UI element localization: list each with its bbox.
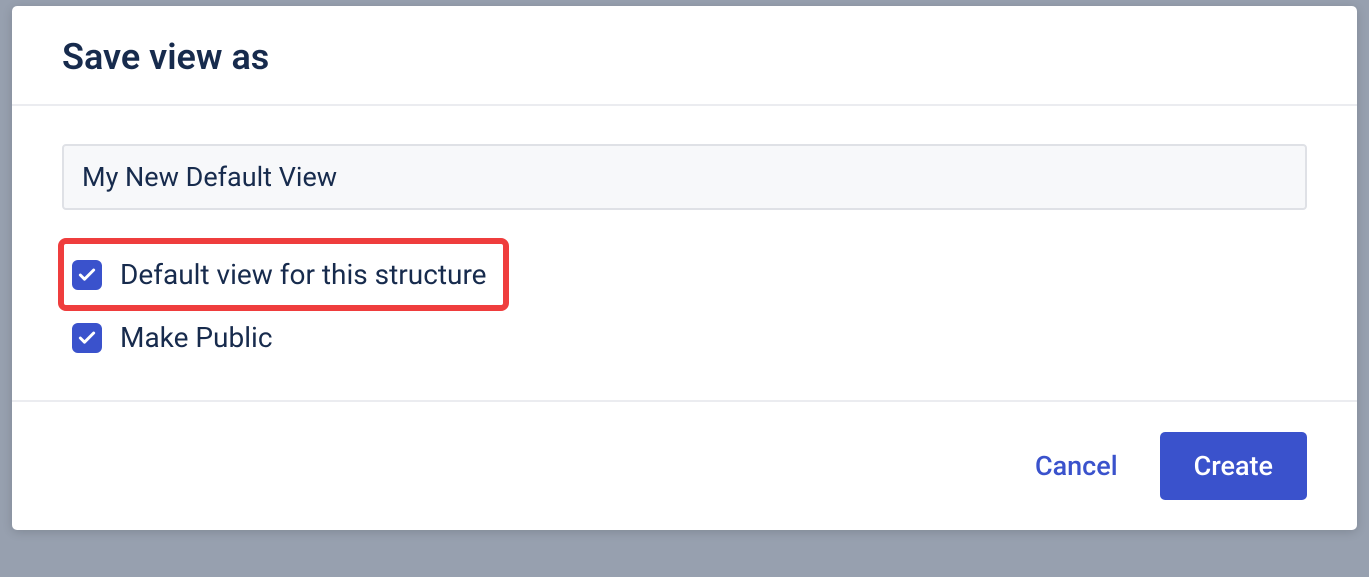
dialog-footer: Cancel Create xyxy=(12,402,1357,530)
dialog-body: Default view for this structure Make Pub… xyxy=(12,106,1357,402)
default-view-label: Default view for this structure xyxy=(120,258,487,291)
view-name-input[interactable] xyxy=(62,144,1307,210)
check-icon xyxy=(77,328,97,348)
make-public-label: Make Public xyxy=(120,321,272,354)
check-icon xyxy=(77,265,97,285)
make-public-option[interactable]: Make Public xyxy=(72,315,272,360)
create-button[interactable]: Create xyxy=(1160,432,1307,500)
dialog-header: Save view as xyxy=(12,6,1357,106)
cancel-button[interactable]: Cancel xyxy=(1023,434,1130,498)
default-view-option[interactable]: Default view for this structure xyxy=(72,252,487,297)
default-view-checkbox[interactable] xyxy=(72,260,102,290)
highlight-annotation: Default view for this structure xyxy=(58,238,509,311)
options-group: Default view for this structure Make Pub… xyxy=(62,238,1307,360)
save-view-dialog: Save view as Default view for this struc… xyxy=(12,6,1357,530)
make-public-checkbox[interactable] xyxy=(72,323,102,353)
dialog-title: Save view as xyxy=(62,36,1307,78)
